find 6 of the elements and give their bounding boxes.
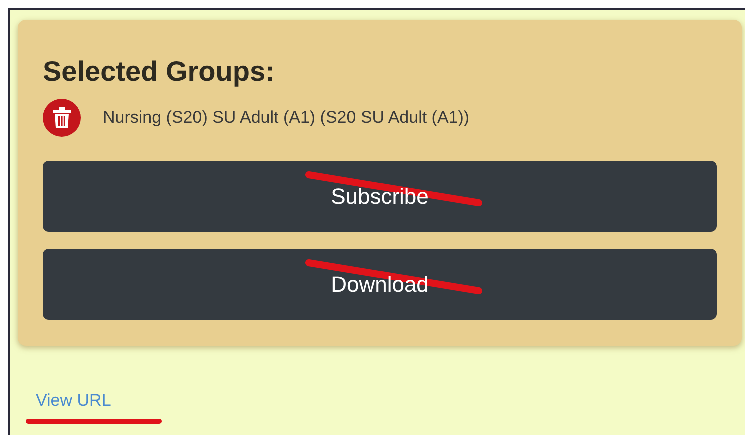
delete-button[interactable]	[43, 99, 81, 137]
action-button[interactable]: Subscribe	[43, 161, 717, 232]
card-title: Selected Groups:	[43, 55, 276, 89]
action-button[interactable]: Download	[43, 249, 717, 320]
trash-icon	[52, 107, 72, 129]
group-name: Nursing (S20) SU Adult (A1) (S20 SU Adult (A1))	[103, 107, 470, 130]
